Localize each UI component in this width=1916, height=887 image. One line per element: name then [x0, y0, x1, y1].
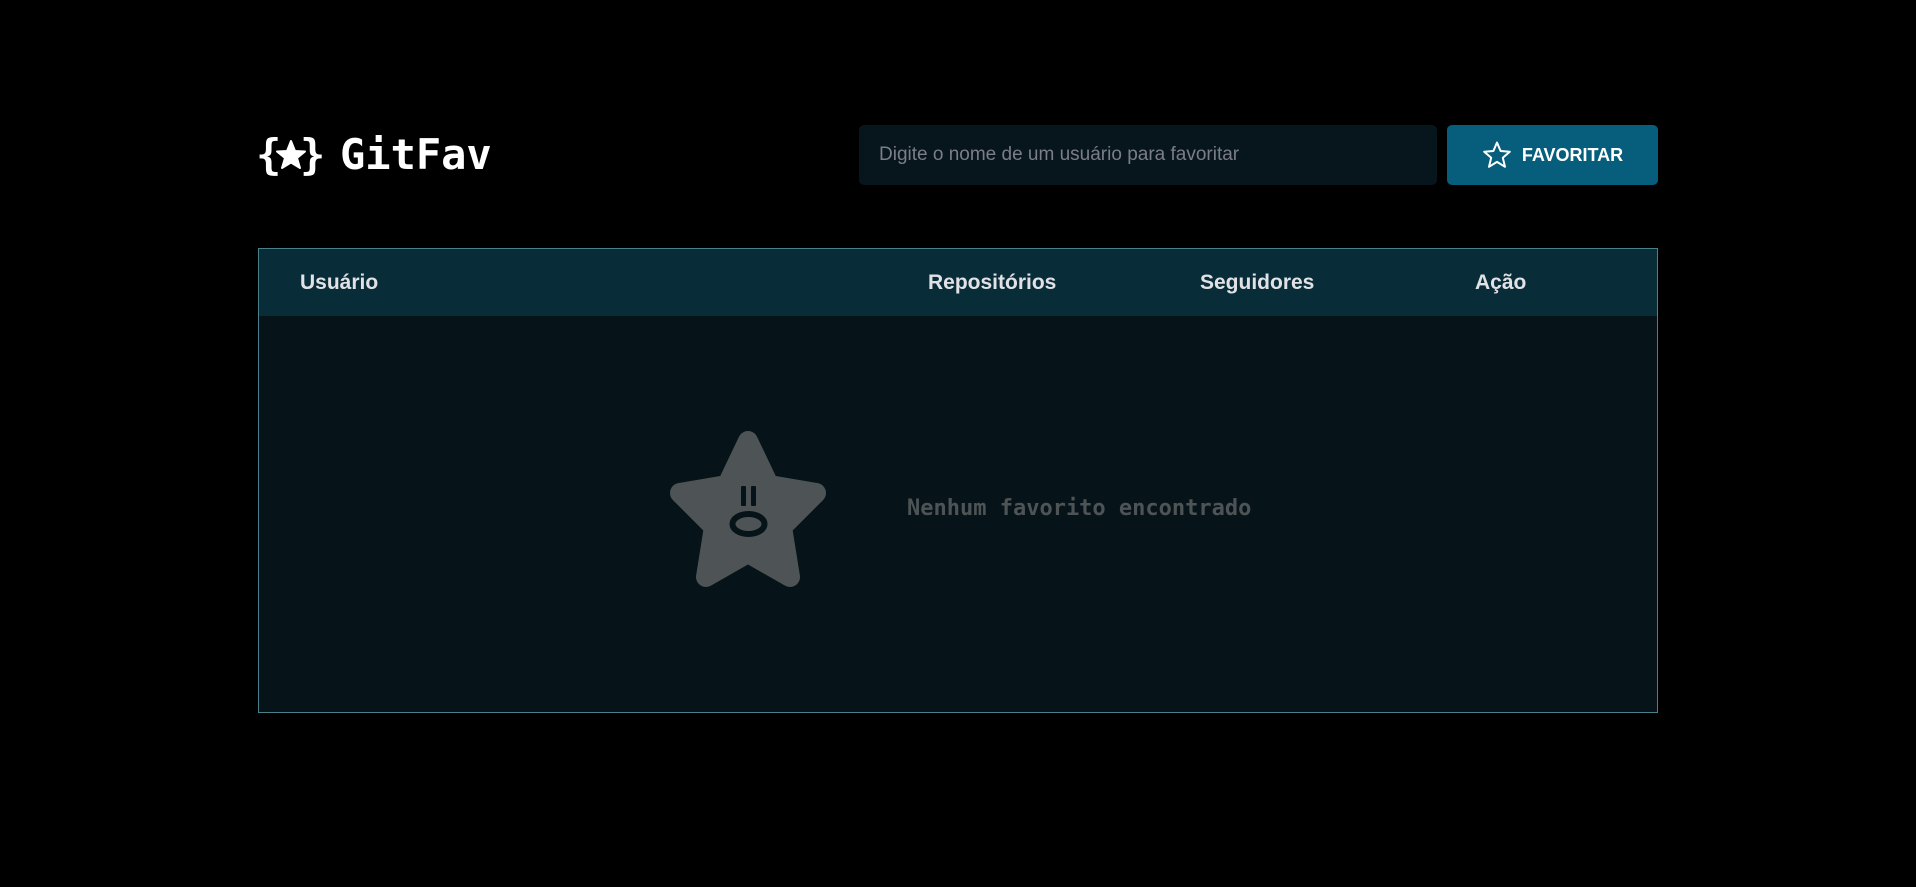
- favorite-button[interactable]: FAVORITAR: [1447, 125, 1658, 185]
- column-header-followers: Seguidores: [1200, 271, 1315, 294]
- logo: { } GitFav: [256, 128, 492, 182]
- app-title: GitFav: [340, 130, 492, 179]
- star-braces-icon: { }: [256, 128, 326, 182]
- app: { } GitFav FAVORITAR Usuário Repositório…: [0, 0, 1916, 887]
- empty-state: Nenhum favorito encontrado: [259, 316, 1657, 712]
- favorites-table: Usuário Repositórios Seguidores Ação Nen…: [258, 248, 1658, 713]
- empty-message: Nenhum favorito encontrado: [907, 496, 1252, 521]
- table-header: Usuário Repositórios Seguidores Ação: [259, 249, 1657, 316]
- svg-text:{: {: [256, 132, 281, 178]
- column-header-user: Usuário: [300, 271, 379, 294]
- column-header-action: Ação: [1475, 271, 1527, 294]
- search-input[interactable]: [859, 125, 1437, 185]
- star-outline-icon: [1482, 140, 1512, 170]
- column-header-repositories: Repositórios: [928, 271, 1057, 294]
- favorite-button-label: FAVORITAR: [1521, 144, 1624, 165]
- surprised-star-icon: [664, 431, 834, 591]
- svg-text:}: }: [300, 132, 325, 178]
